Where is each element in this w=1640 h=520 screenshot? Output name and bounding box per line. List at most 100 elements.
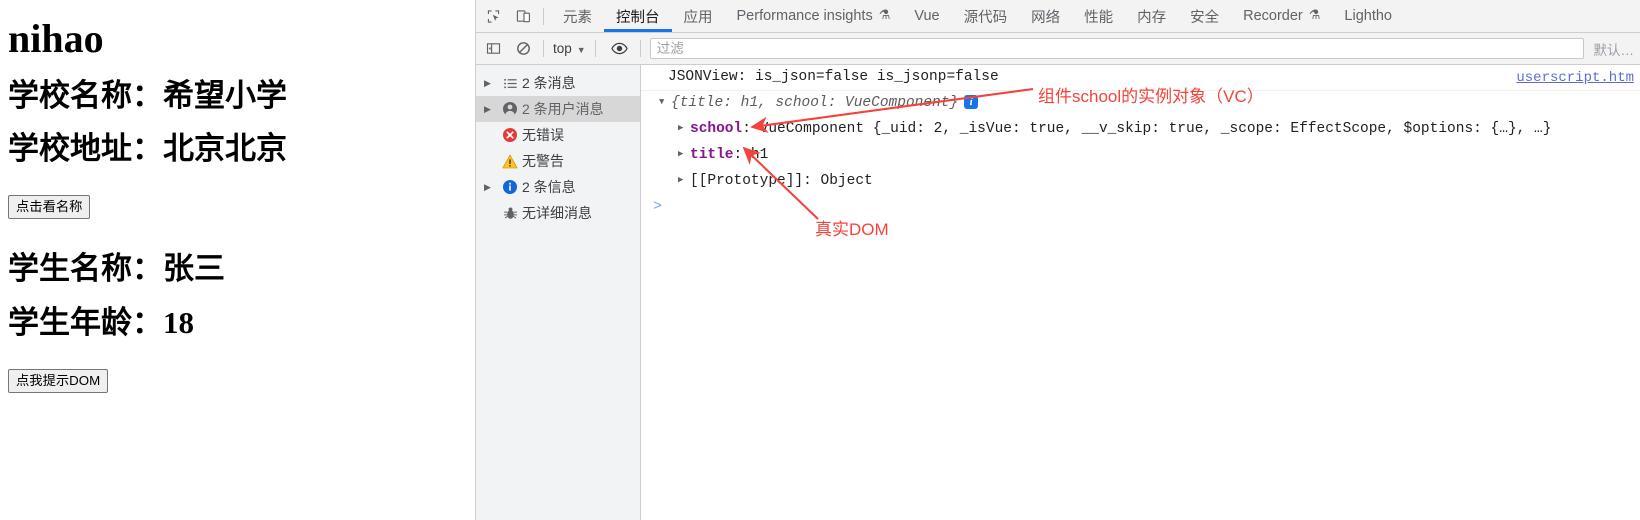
tab-label: 安全 (1190, 9, 1220, 26)
property-value: h1 (750, 147, 769, 163)
property-value: Object (820, 173, 873, 189)
page-title: nihao (8, 16, 104, 61)
list-icon (498, 76, 522, 91)
sidebar-item-label: 2 条信息 (522, 179, 576, 195)
clear-console-icon[interactable] (510, 36, 536, 62)
tab-label: 元素 (563, 9, 592, 26)
console-prototype-row[interactable]: ▶ [[Prototype]]: Object (641, 169, 1640, 195)
tab-lighthouse[interactable]: Lightho (1332, 1, 1404, 32)
device-toolbar-icon[interactable] (510, 3, 536, 29)
sidebar-item-label: 无警告 (522, 153, 564, 169)
console-property-row[interactable]: ▶ title: h1 (641, 143, 1640, 169)
tab-network[interactable]: 网络 (1019, 1, 1072, 32)
tab-label: 网络 (1031, 9, 1061, 26)
show-school-name-button[interactable]: 点击看名称 (8, 195, 91, 220)
tab-application[interactable]: 应用 (672, 1, 725, 32)
tab-security[interactable]: 安全 (1178, 1, 1231, 32)
chevron-right-icon[interactable]: ▶ (678, 144, 690, 165)
tab-label: 源代码 (963, 9, 1008, 26)
console-filter-toolbar: top ▼ 默认… (476, 33, 1640, 65)
tab-performance[interactable]: 性能 (1072, 1, 1125, 32)
experiment-flask-icon: ⚗ (878, 7, 891, 22)
console-output[interactable]: JSONView: is_json=false is_jsonp=false u… (641, 65, 1640, 520)
property-key: [[Prototype]] (690, 173, 804, 189)
info-badge-icon[interactable]: i (964, 95, 979, 109)
sidebar-item-user-messages[interactable]: ▶ 2 条用户消息 (476, 96, 640, 122)
chevron-right-icon[interactable]: ▶ (484, 78, 498, 88)
property-value: VueComponent {_uid: 2, _isVue: true, __v… (759, 121, 1552, 137)
tab-performance-insights[interactable]: Performance insights ⚗ (725, 1, 903, 32)
sidebar-item-errors[interactable]: ▶ 无错误 (476, 122, 640, 148)
tab-label: Vue (914, 8, 940, 24)
student-name-line: 学生名称：张三 (8, 251, 225, 287)
school-name-line: 学校名称：希望小学 (8, 78, 287, 113)
console-message-text: JSONView: is_json=false is_jsonp=false (668, 69, 999, 85)
tab-label: 控制台 (616, 9, 660, 26)
sidebar-item-warnings[interactable]: ▶ 无警告 (476, 148, 640, 174)
rendered-page-pane: nihao 学校名称：希望小学 学校地址：北京北京 点击看名称 学生名称：张三 … (0, 0, 475, 520)
chevron-right-icon[interactable]: ▶ (678, 118, 690, 139)
live-expression-eye-icon[interactable] (607, 36, 633, 62)
chevron-right-icon[interactable]: ▶ (678, 170, 690, 191)
sidebar-item-verbose[interactable]: ▶ 无详细消息 (476, 200, 640, 226)
sidebar-item-info[interactable]: ▶ 2 条信息 (476, 174, 640, 200)
verbose-bug-icon (498, 206, 522, 221)
prompt-caret: > (653, 198, 663, 215)
tab-recorder[interactable]: Recorder ⚗ (1231, 1, 1332, 32)
sidebar-item-label: 无错误 (522, 127, 564, 143)
tab-console[interactable]: 控制台 (604, 1, 672, 32)
toolbar-divider (543, 40, 544, 57)
sidebar-item-messages[interactable]: ▶ 2 条消息 (476, 70, 640, 96)
console-property-row[interactable]: ▶ school: VueComponent {_uid: 2, _isVue: … (641, 117, 1640, 143)
tab-elements[interactable]: 元素 (551, 1, 604, 32)
console-message-row[interactable]: JSONView: is_json=false is_jsonp=false u… (641, 65, 1640, 91)
screenshot-root: nihao 学校名称：希望小学 学校地址：北京北京 点击看名称 学生名称：张三 … (0, 0, 1640, 520)
inspect-element-icon[interactable] (480, 3, 506, 29)
chevron-right-icon[interactable]: ▶ (484, 104, 498, 114)
user-icon (498, 101, 522, 117)
sidebar-item-label: 2 条消息 (522, 75, 576, 91)
chevron-down-icon[interactable]: ▼ (659, 92, 671, 113)
sidebar-item-label: 无详细消息 (522, 205, 592, 221)
tab-vue[interactable]: Vue (902, 1, 951, 32)
toolbar-divider (594, 40, 596, 57)
devtools-tabbar: 元素 控制台 应用 Performance insights ⚗ Vue 源代码… (476, 0, 1640, 33)
school-address-line: 学校地址：北京北京 (8, 131, 287, 167)
console-object-summary-row[interactable]: ▼ {title: h1, school: VueComponent} i (641, 91, 1640, 117)
show-dom-button[interactable]: 点我提示DOM (8, 368, 109, 393)
log-levels-dropdown[interactable]: 默认… (1584, 39, 1640, 59)
chevron-right-icon[interactable]: ▶ (484, 182, 498, 192)
execution-context-label: top (553, 41, 572, 56)
tab-label: Recorder (1243, 8, 1303, 24)
devtools-panel: 元素 控制台 应用 Performance insights ⚗ Vue 源代码… (475, 0, 1640, 520)
console-prompt[interactable]: > (641, 195, 1640, 217)
property-separator: : (742, 121, 760, 137)
page-content: nihao 学校名称：希望小学 学校地址：北京北京 点击看名称 学生名称：张三 … (0, 18, 475, 395)
tab-label: Performance insights (736, 8, 873, 24)
object-summary-text: {title: h1, school: VueComponent} (671, 95, 959, 111)
console-sidebar-icon[interactable] (480, 36, 506, 62)
tab-label: Lightho (1344, 8, 1392, 24)
toolbar-divider (639, 40, 641, 57)
tab-sources[interactable]: 源代码 (952, 1, 1020, 32)
tab-memory[interactable]: 内存 (1125, 1, 1178, 32)
property-key: school (690, 121, 743, 137)
source-link[interactable]: userscript.htm (1516, 68, 1634, 89)
toolbar-divider (543, 7, 544, 25)
warning-icon (498, 154, 522, 169)
experiment-flask-icon: ⚗ (1308, 7, 1321, 22)
console-filter-input[interactable] (649, 38, 1584, 59)
console-sidebar: ▶ 2 条消息 ▶ 2 条用户消息 无错误 无警告 ▶ 2 条信息 无详细消息 (476, 65, 641, 520)
chevron-down-icon: ▼ (576, 44, 586, 55)
student-age-line: 学生年龄：18 (8, 304, 194, 340)
execution-context-select[interactable]: top ▼ (551, 41, 588, 56)
property-separator: : (803, 173, 821, 189)
tab-label: 内存 (1137, 9, 1167, 26)
info-icon (498, 179, 522, 195)
tab-label: 应用 (683, 9, 713, 26)
tab-label: 性能 (1084, 9, 1114, 26)
property-separator: : (733, 147, 751, 163)
